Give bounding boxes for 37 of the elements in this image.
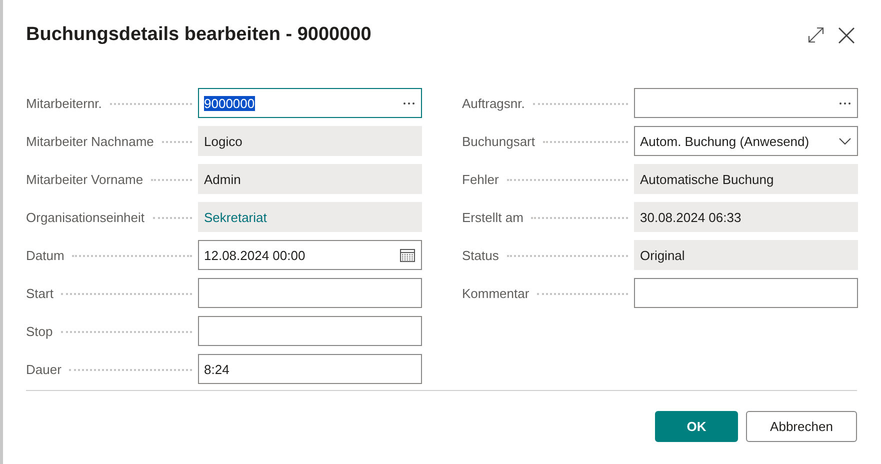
input-field: 30.08.2024 06:33 [634,202,858,232]
ellipsis-icon[interactable] [839,102,851,104]
field-label: Buchungsart [462,134,535,148]
input-field: Automatische Buchung [634,164,858,194]
field-label: Kommentar [462,286,530,300]
input-field[interactable]: 12.08.2024 00:00 [198,240,422,270]
input-field[interactable] [198,316,422,346]
field-label: Status [462,248,499,262]
field-label: Mitarbeiter Nachname [26,134,154,148]
calendar-icon[interactable] [400,248,415,262]
close-icon[interactable] [838,26,855,44]
input-field: Original [634,240,858,270]
input-field[interactable] [198,278,422,308]
ok-button[interactable]: OK [655,411,738,442]
input-field[interactable] [634,278,858,308]
field-label: Stop [26,324,53,338]
field-label: Fehler [462,172,499,186]
input-field[interactable]: 8:24 [198,354,422,384]
field-label: Organisationseinheit [26,210,145,224]
input-field: Logico [198,126,422,156]
input-field: Sekretariat [198,202,422,232]
input-field: Admin [198,164,422,194]
ellipsis-icon[interactable] [403,102,415,104]
expand-icon[interactable] [808,27,824,43]
chevron-down-icon[interactable] [839,138,851,144]
field-label: Mitarbeiter Vorname [26,172,144,186]
field-label: Auftragsnr. [462,96,525,110]
field-label: Mitarbeiternr. [26,96,102,110]
dialog-title: Buchungsdetails bearbeiten - 9000000 [26,24,372,46]
field-label: Erstellt am [462,210,524,224]
dropdown-field[interactable]: Autom. Buchung (Anwesend) [634,126,858,156]
field-label: Datum [26,248,64,262]
field-label: Dauer [26,362,62,376]
field-label: Start [26,286,54,300]
cancel-button[interactable]: Abbrechen [746,411,857,442]
input-field[interactable]: 9000000 [198,88,422,118]
input-field[interactable] [634,88,858,118]
